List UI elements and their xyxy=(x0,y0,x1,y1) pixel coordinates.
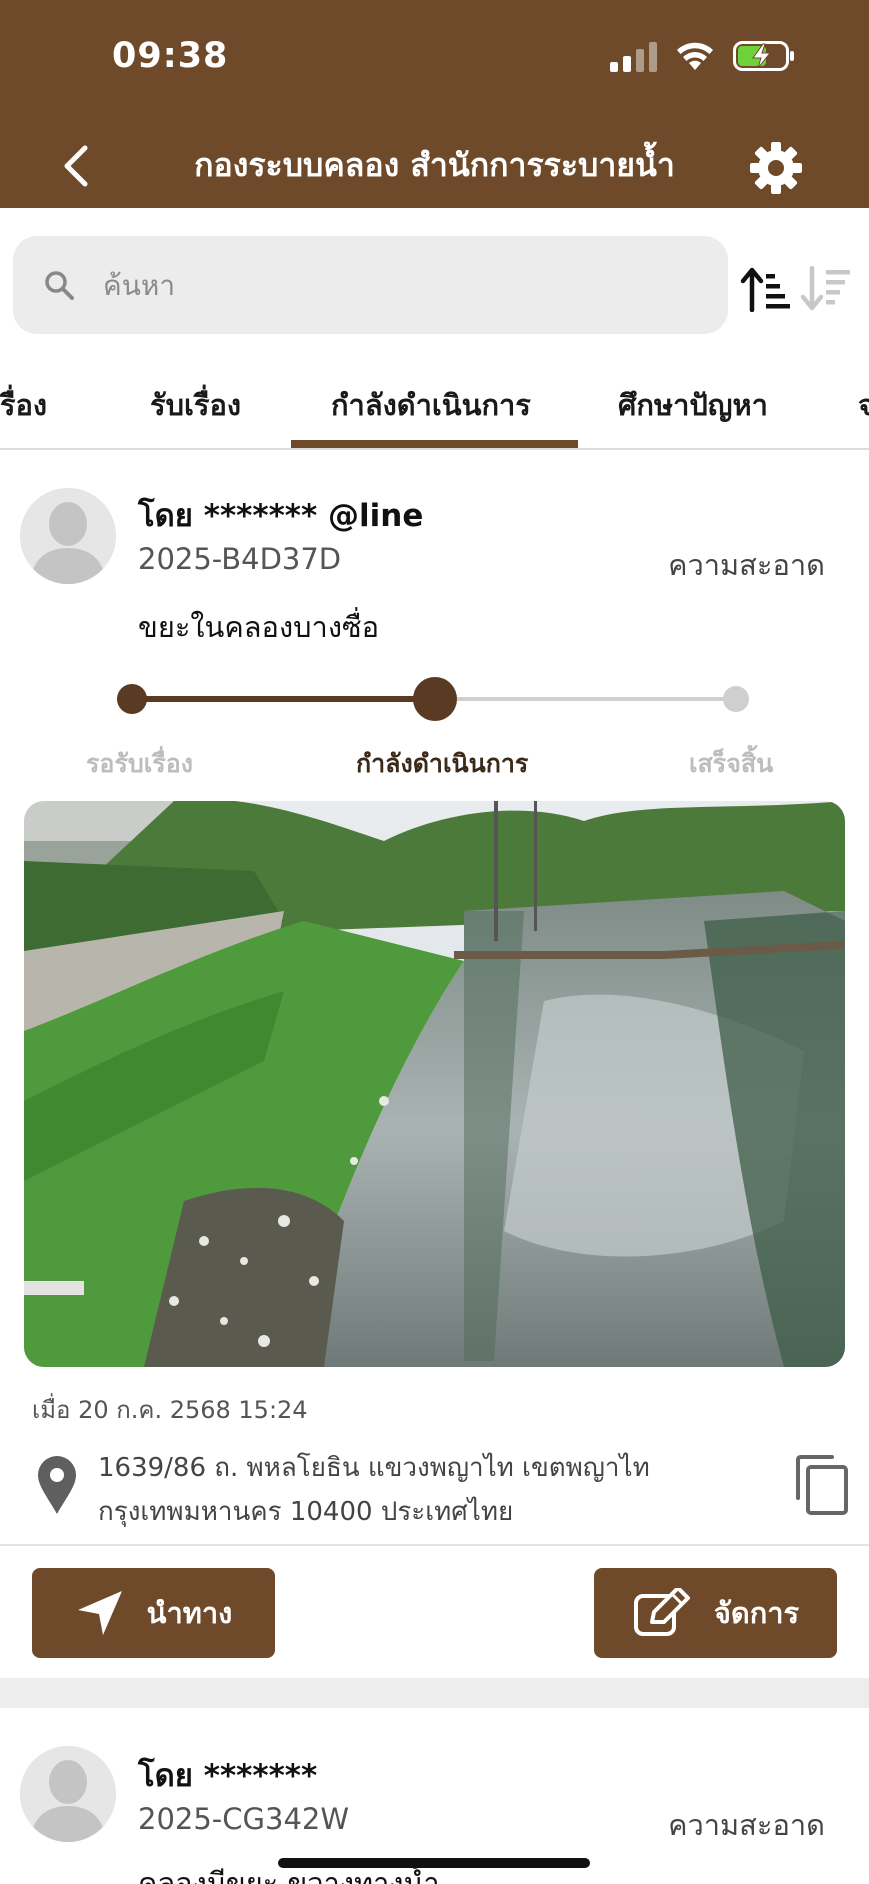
search-input[interactable] xyxy=(103,268,663,302)
manage-button[interactable]: จัดการ xyxy=(594,1568,837,1658)
page-title: กองระบบคลอง สำนักการระบายน้ำ xyxy=(194,146,675,184)
home-indicator[interactable] xyxy=(278,1858,590,1868)
report-category: ความสะอาด xyxy=(668,548,825,582)
tab-study-problem[interactable]: ศึกษาปัญหา xyxy=(618,382,768,428)
tab-partial-right[interactable]: จ xyxy=(858,382,869,428)
reporter-name: โดย ******* xyxy=(138,1758,318,1794)
report-category: ความสะอาด xyxy=(668,1808,825,1842)
settings-button[interactable] xyxy=(748,140,808,200)
sort-ascending-icon[interactable] xyxy=(740,266,790,312)
user-placeholder-icon xyxy=(20,1746,116,1842)
tab-partial-left[interactable]: เรื่อง xyxy=(0,382,47,428)
manage-button-label: จัดการ xyxy=(713,1596,800,1630)
report-photo[interactable] xyxy=(24,801,845,1367)
card-divider xyxy=(0,1544,869,1546)
navigate-button[interactable]: นำทาง xyxy=(32,1568,275,1658)
address-line-2: กรุงเทพมหานคร 10400 ประเทศไทย xyxy=(98,1497,514,1527)
status-tabs: เรื่อง รับเรื่อง กำลังดำเนินการ ศึกษาปัญ… xyxy=(0,360,869,450)
gear-icon xyxy=(750,142,802,194)
report-date: เมื่อ 20 ก.ค. 2568 15:24 xyxy=(32,1396,308,1424)
status-time: 09:38 xyxy=(112,36,229,76)
search-row xyxy=(0,236,869,334)
tab-in-progress[interactable]: กำลังดำเนินการ xyxy=(331,382,531,428)
active-tab-indicator xyxy=(291,440,578,448)
user-placeholder-icon xyxy=(20,488,116,584)
location-pin-icon xyxy=(38,1456,76,1514)
tab-accept[interactable]: รับเรื่อง xyxy=(150,382,241,428)
status-icons xyxy=(610,40,795,72)
step-dot-received xyxy=(117,684,147,714)
edit-icon xyxy=(633,1588,690,1636)
sort-descending-icon[interactable] xyxy=(800,266,850,312)
reporter-name: โดย ******* @line xyxy=(138,498,424,534)
app-header: 09:38 กองระบบคลอง สำนักการระบายน้ำ xyxy=(0,0,869,208)
step-label-in-progress: กำลังดำเนินการ xyxy=(356,749,529,778)
report-description: ขยะในคลองบางซื่อ xyxy=(138,610,380,644)
stepper-line-complete xyxy=(131,696,434,702)
cellular-signal-icon xyxy=(610,40,657,72)
search-icon xyxy=(45,271,74,300)
navigation-arrow-icon xyxy=(77,1591,122,1635)
report-address: 1639/86 ถ. พหลโยธิน แขวงพญาไท เขตพญาไท ก… xyxy=(98,1446,650,1534)
wifi-icon xyxy=(677,42,713,70)
step-dot-done xyxy=(723,686,749,712)
step-label-waiting: รอรับเรื่อง xyxy=(86,749,193,778)
report-code: 2025-B4D37D xyxy=(138,542,342,576)
avatar xyxy=(20,488,116,584)
battery-charging-icon xyxy=(733,41,794,71)
search-box[interactable] xyxy=(13,236,728,334)
canal-photo-image xyxy=(24,801,845,1367)
progress-stepper: รอรับเรื่อง กำลังดำเนินการ เสร็จสิ้น xyxy=(0,676,869,778)
copy-icon[interactable] xyxy=(792,1454,850,1516)
card-separator xyxy=(0,1678,869,1708)
address-line-1: 1639/86 ถ. พหลโยธิน แขวงพญาไท เขตพญาไท xyxy=(98,1453,650,1483)
step-dot-current xyxy=(413,677,457,721)
report-code: 2025-CG342W xyxy=(138,1802,350,1836)
step-label-complete: เสร็จสิ้น xyxy=(689,749,774,778)
stepper-line-pending xyxy=(434,697,736,701)
avatar xyxy=(20,1746,116,1842)
navigate-button-label: นำทาง xyxy=(146,1596,233,1630)
